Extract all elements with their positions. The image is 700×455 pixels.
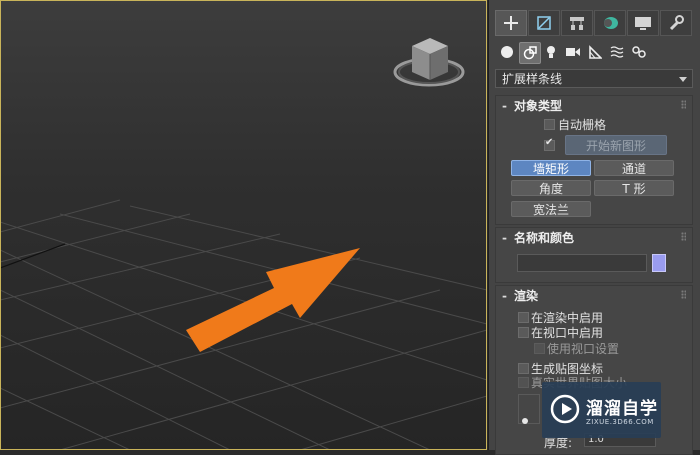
- enable-in-viewport-checkbox[interactable]: [518, 327, 529, 338]
- shape-category-value: 扩展样条线: [502, 72, 563, 86]
- object-type-rollout-header[interactable]: - 对象类型: [496, 96, 692, 116]
- drag-grip-icon[interactable]: [681, 100, 686, 109]
- grid-axis-line: [0, 243, 66, 269]
- chevron-down-icon: [679, 77, 687, 82]
- create-category-buttons: [495, 40, 695, 64]
- name-color-title: 名称和颜色: [514, 231, 575, 245]
- plus-icon: [504, 16, 518, 30]
- use-viewport-settings-label: 使用视口设置: [547, 342, 620, 356]
- geometry-button[interactable]: [497, 42, 517, 62]
- geometry-sphere-icon: [501, 46, 513, 58]
- shape-category-dropdown[interactable]: 扩展样条线: [495, 69, 693, 88]
- helpers-button[interactable]: [585, 42, 605, 62]
- tee-button[interactable]: T 形: [594, 180, 674, 196]
- lights-button[interactable]: [541, 42, 561, 62]
- tab-utilities[interactable]: [660, 10, 692, 36]
- perspective-viewport[interactable]: [0, 0, 487, 450]
- rendering-title: 渲染: [514, 289, 539, 303]
- display-icon: [635, 17, 651, 30]
- orange-arrow-annotation: [186, 248, 360, 352]
- space-warps-icon: [610, 46, 624, 58]
- systems-icon: [632, 46, 646, 58]
- rendering-rollout-header[interactable]: - 渲染: [496, 286, 692, 306]
- drag-grip-icon[interactable]: [681, 290, 686, 299]
- watermark-logo: 溜溜自学 ZIXUE.3D66.COM: [542, 382, 661, 438]
- use-viewport-settings-checkbox[interactable]: [534, 343, 545, 354]
- wall-rectangle-button[interactable]: 墙矩形: [511, 160, 591, 176]
- utilities-wrench-icon: [669, 15, 684, 31]
- lights-icon: [547, 46, 555, 58]
- tab-hierarchy[interactable]: [561, 10, 593, 36]
- generate-mapping-coords-checkbox[interactable]: [518, 363, 529, 374]
- object-type-rollout: - 对象类型 自动栅格 开始新图形 墙矩形 通道 角度 T 形 宽法兰: [495, 95, 693, 225]
- drag-grip-icon[interactable]: [681, 232, 686, 241]
- collapse-icon: -: [502, 289, 507, 303]
- object-color-swatch[interactable]: [652, 254, 666, 272]
- tab-create[interactable]: [495, 10, 527, 36]
- real-world-map-size-checkbox[interactable]: [518, 377, 529, 388]
- shapes-icon: [523, 46, 537, 60]
- viewport-canvas[interactable]: [0, 0, 487, 450]
- object-name-field[interactable]: [517, 254, 647, 272]
- cameras-icon: [566, 48, 580, 56]
- cameras-button[interactable]: [563, 42, 583, 62]
- tab-display[interactable]: [627, 10, 659, 36]
- auto-grid-label: 自动栅格: [558, 118, 607, 132]
- channel-button[interactable]: 通道: [594, 160, 674, 176]
- name-color-rollout-header[interactable]: - 名称和颜色: [496, 228, 692, 248]
- wide-flange-button[interactable]: 宽法兰: [511, 201, 591, 217]
- helpers-icon: [589, 45, 602, 59]
- viewcube-icon[interactable]: [393, 38, 465, 87]
- modify-icon: [537, 16, 551, 30]
- space-warps-button[interactable]: [607, 42, 627, 62]
- name-color-rollout: - 名称和颜色: [495, 227, 693, 283]
- collapse-icon: -: [502, 231, 507, 245]
- play-logo-icon: [550, 394, 580, 424]
- systems-button[interactable]: [629, 42, 649, 62]
- motion-icon: [604, 17, 618, 29]
- object-type-title: 对象类型: [514, 99, 563, 113]
- watermark-url: ZIXUE.3D66.COM: [586, 418, 654, 426]
- shapes-button[interactable]: [519, 42, 541, 64]
- enable-in-renderer-checkbox[interactable]: [518, 312, 529, 323]
- command-panel-tabs: [489, 6, 700, 38]
- tab-motion[interactable]: [594, 10, 626, 36]
- auto-grid-checkbox[interactable]: [544, 119, 555, 130]
- start-new-shape-checkbox[interactable]: [544, 137, 555, 151]
- hierarchy-icon: [570, 17, 584, 30]
- start-new-shape-button[interactable]: 开始新图形: [565, 135, 667, 155]
- radial-radio-button[interactable]: [522, 418, 528, 424]
- watermark-title: 溜溜自学: [586, 399, 658, 419]
- enable-in-viewport-label: 在视口中启用: [531, 326, 604, 340]
- collapse-icon: -: [502, 99, 507, 113]
- angle-button[interactable]: 角度: [511, 180, 591, 196]
- tab-modify[interactable]: [528, 10, 560, 36]
